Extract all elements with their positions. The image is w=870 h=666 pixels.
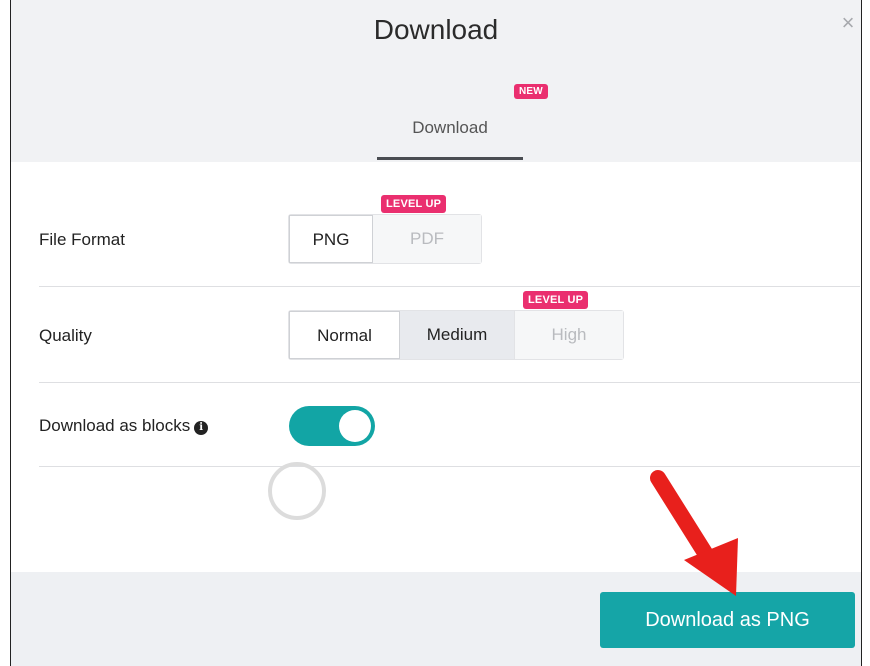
pdf-level-up-badge: LEVEL UP bbox=[381, 195, 447, 213]
tab-active-indicator bbox=[377, 157, 523, 160]
quality-option-normal[interactable]: Normal bbox=[289, 311, 400, 359]
quality-option-high[interactable]: High bbox=[515, 311, 623, 359]
toggle-knob bbox=[339, 410, 371, 442]
blocks-toggle[interactable] bbox=[289, 406, 375, 446]
format-option-pdf[interactable]: PDF bbox=[373, 215, 481, 263]
high-level-up-badge: LEVEL UP bbox=[523, 291, 589, 309]
quality-label: Quality bbox=[39, 326, 92, 345]
blocks-label-text: Download as blocks bbox=[39, 416, 191, 435]
dialog-header: Download × Download NEW bbox=[11, 0, 861, 162]
file-format-label: File Format bbox=[39, 230, 125, 249]
dialog-title: Download bbox=[373, 14, 499, 45]
tab-download[interactable]: Download bbox=[377, 108, 523, 160]
close-icon[interactable]: × bbox=[835, 10, 861, 36]
file-format-selector: PNG PDF bbox=[288, 214, 482, 264]
divider bbox=[39, 286, 860, 287]
divider bbox=[39, 382, 860, 383]
tab-download-label: Download bbox=[412, 118, 488, 137]
red-arrow-icon bbox=[650, 470, 738, 596]
quality-option-medium[interactable]: Medium bbox=[400, 311, 515, 359]
window-edge-right bbox=[861, 0, 870, 666]
blocks-label: Download as blocks i bbox=[39, 416, 209, 436]
format-option-png[interactable]: PNG bbox=[289, 215, 373, 263]
download-png-button[interactable]: Download as PNG bbox=[600, 592, 855, 648]
watermark-bulb-icon bbox=[268, 462, 326, 520]
info-icon[interactable]: i bbox=[194, 421, 209, 435]
new-badge: NEW bbox=[514, 84, 548, 99]
window-edge-left bbox=[0, 0, 11, 666]
divider bbox=[39, 466, 860, 467]
quality-selector: Normal Medium High bbox=[288, 310, 624, 360]
